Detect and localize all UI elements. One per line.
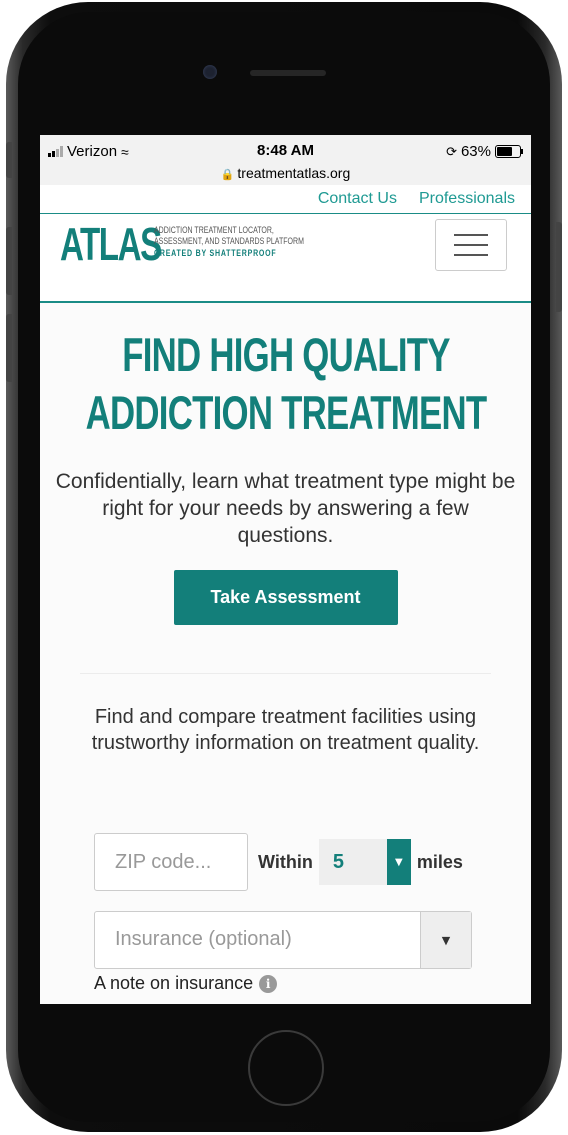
front-camera xyxy=(203,65,217,79)
home-button[interactable] xyxy=(248,1030,324,1106)
atlas-logo[interactable]: ATLAS ADDICTION TREATMENT LOCATOR, ASSES… xyxy=(60,220,354,268)
power-button xyxy=(556,222,562,312)
volume-down-button xyxy=(6,314,12,382)
logo-word: ATLAS xyxy=(60,218,162,270)
phone-screen: Verizon ≈ 8:48 AM ⟳ 63% 🔒 treatmentatlas.… xyxy=(40,135,531,1004)
hamburger-menu-icon[interactable] xyxy=(435,219,507,271)
contact-us-link[interactable]: Contact Us xyxy=(318,190,397,208)
miles-select[interactable]: 5 ▼ xyxy=(318,839,411,885)
earpiece-speaker xyxy=(250,70,326,76)
insurance-note-text: A note on insurance xyxy=(94,973,254,993)
lock-icon: 🔒 xyxy=(220,169,235,181)
top-nav: Contact Us Professionals xyxy=(40,185,531,214)
mute-switch xyxy=(6,142,12,178)
chevron-down-icon: ▼ xyxy=(386,839,411,885)
logo-tagline-2: ASSESSMENT, AND STANDARDS PLATFORM xyxy=(154,236,304,246)
site-header: ATLAS ADDICTION TREATMENT LOCATOR, ASSES… xyxy=(40,214,531,303)
within-label: Within xyxy=(258,851,313,872)
address-bar[interactable]: 🔒 treatmentatlas.org xyxy=(40,165,531,181)
zip-code-input[interactable]: ZIP code... xyxy=(94,833,248,891)
take-assessment-button[interactable]: Take Assessment xyxy=(173,570,398,625)
insurance-placeholder: Insurance (optional) xyxy=(115,928,292,950)
volume-up-button xyxy=(6,227,12,295)
professionals-link[interactable]: Professionals xyxy=(419,190,515,208)
logo-tagline-1: ADDICTION TREATMENT LOCATOR, xyxy=(154,225,274,235)
info-icon[interactable]: i xyxy=(259,974,278,993)
chevron-down-icon: ▼ xyxy=(420,912,471,968)
status-bar: Verizon ≈ 8:48 AM ⟳ 63% 🔒 treatmentatlas.… xyxy=(40,135,531,185)
insurance-select[interactable]: Insurance (optional) ▼ xyxy=(94,911,472,969)
miles-value: 5 xyxy=(332,850,344,873)
rotation-lock-icon: ⟳ xyxy=(446,143,457,159)
insurance-note[interactable]: A note on insurance i xyxy=(94,973,278,994)
logo-created-by: CREATED BY SHATTERPROOF xyxy=(154,248,277,258)
location-row: ZIP code... Within 5 ▼ miles xyxy=(94,833,463,891)
search-description: Find and compare treatment facilities us… xyxy=(91,706,480,754)
battery-icon xyxy=(495,145,523,158)
hero-description: Confidentially, learn what treatment typ… xyxy=(55,470,516,547)
miles-label: miles xyxy=(416,851,463,872)
battery-percent: 63% xyxy=(460,143,491,160)
battery-info: ⟳ 63% xyxy=(446,143,523,160)
hero-title-line-2: ADDICTION TREATMENT xyxy=(85,386,487,439)
hero-title: FIND HIGH QUALITY ADDICTION TREATMENT xyxy=(64,326,508,442)
address-url: treatmentatlas.org xyxy=(237,165,351,181)
hero-title-line-1: FIND HIGH QUALITY xyxy=(122,328,450,381)
section-divider xyxy=(80,673,491,674)
logo-tagline: ADDICTION TREATMENT LOCATOR, ASSESSMENT,… xyxy=(154,225,310,259)
